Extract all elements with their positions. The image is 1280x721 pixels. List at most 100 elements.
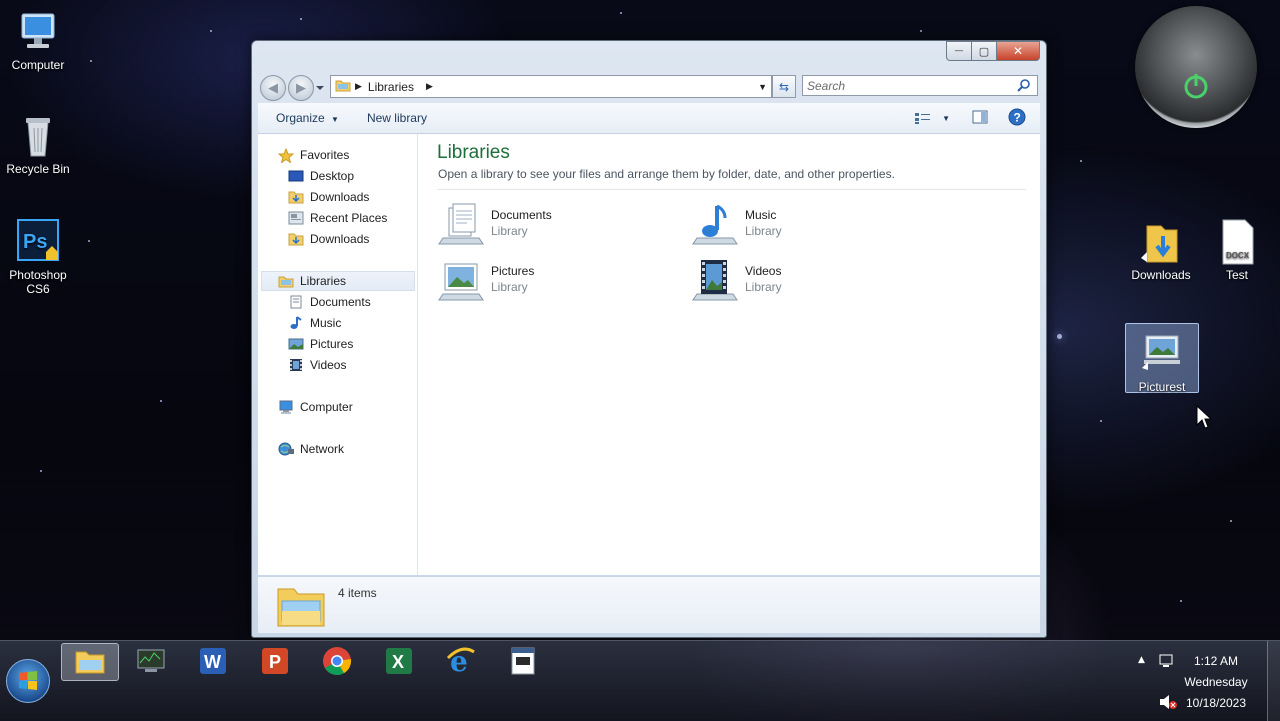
explorer-window[interactable]: — ▢ ✕ ◀ ▶ ▶ Libraries ▶ ▼ ⇆ Search Organ…	[251, 40, 1047, 638]
library-type: Library	[745, 224, 782, 238]
videos-library-icon	[691, 258, 739, 304]
nav-network-label: Network	[300, 442, 345, 456]
maximize-button[interactable]: ▢	[972, 41, 997, 61]
music-library-icon	[691, 202, 739, 248]
nav-favorites-label: Favorites	[300, 148, 350, 162]
close-icon: ✕	[1012, 44, 1024, 58]
search-icon	[1017, 78, 1031, 95]
nav-favorites[interactable]: Favorites	[277, 145, 350, 165]
power-icon[interactable]	[1176, 66, 1216, 106]
nav-item-music[interactable]: Music	[288, 313, 341, 333]
excel-icon: X	[386, 648, 412, 674]
recycle-bin-icon	[14, 112, 62, 160]
network-icon	[278, 442, 294, 456]
refresh-button[interactable]: ⇆	[772, 75, 796, 98]
chrome-icon	[323, 647, 352, 675]
docx-file-icon: DOCX	[1213, 218, 1261, 266]
volume-muted-icon[interactable]	[1159, 694, 1177, 713]
nav-item-label: Downloads	[310, 232, 370, 246]
desktop-icon-test-docx[interactable]: DOCX Test	[1199, 218, 1275, 282]
search-placeholder: Search	[807, 78, 846, 93]
organize-button[interactable]: Organize ▼	[258, 111, 353, 125]
pictures-shortcut-icon	[1138, 330, 1186, 378]
address-dropdown-icon[interactable]: ▼	[758, 82, 767, 92]
nav-item-label: Music	[310, 316, 342, 330]
explorer-folder-icon	[75, 651, 105, 674]
nav-item-label: Pictures	[310, 337, 354, 351]
nav-item-downloads[interactable]: Downloads	[288, 187, 369, 207]
taskbar-excel[interactable]: X	[371, 643, 427, 679]
start-button[interactable]	[6, 659, 50, 703]
breadcrumb-libraries[interactable]: Libraries	[368, 80, 414, 94]
show-desktop-button[interactable]	[1267, 641, 1280, 721]
desktop-icon-picturest[interactable]: Picturest	[1125, 323, 1199, 394]
taskbar: W P X e ▲ 1:12 AM Wednesday 10/18/2023	[0, 640, 1280, 721]
internet-explorer-icon: e	[446, 646, 475, 676]
recent-places-icon	[288, 211, 304, 225]
nav-libraries[interactable]: Libraries	[261, 271, 415, 291]
search-input[interactable]: Search	[802, 75, 1038, 96]
taskbar-powerpoint[interactable]: P	[247, 643, 303, 679]
close-button[interactable]: ✕	[997, 41, 1040, 61]
mouse-cursor-icon	[1196, 404, 1213, 434]
nav-item-recent-places[interactable]: Recent Places	[288, 208, 387, 228]
clock-day: Wednesday	[1184, 675, 1248, 689]
library-music[interactable]: Music Library	[691, 202, 921, 250]
nav-computer[interactable]: Computer	[278, 397, 353, 417]
desktop-icon	[288, 169, 304, 183]
nav-item-downloads-2[interactable]: Downloads	[288, 229, 369, 249]
library-videos[interactable]: Videos Library	[691, 258, 921, 306]
back-arrow-icon: ◀	[268, 80, 278, 96]
change-view-button[interactable]: ▼	[914, 111, 950, 125]
system-clock[interactable]: 1:12 AM Wednesday 10/18/2023	[1176, 651, 1256, 714]
new-library-button[interactable]: New library	[353, 111, 441, 125]
videos-icon	[288, 358, 304, 372]
taskbar-internet-explorer[interactable]: e	[433, 643, 489, 679]
nav-item-pictures[interactable]: Pictures	[288, 334, 353, 354]
desktop-icon-computer[interactable]: Computer	[0, 8, 76, 72]
chevron-down-icon	[316, 86, 324, 90]
breadcrumb-separator-icon[interactable]: ▶	[426, 81, 433, 92]
page-subtitle: Open a library to see your files and arr…	[438, 167, 895, 181]
music-note-icon	[288, 316, 304, 330]
taskbar-notepad-app[interactable]	[495, 643, 551, 679]
navigation-bar: ◀ ▶ ▶ Libraries ▶ ▼ ⇆ Search	[260, 73, 1040, 101]
back-button[interactable]: ◀	[260, 75, 286, 101]
libraries-main-pane: Libraries Open a library to see your fil…	[418, 134, 1040, 575]
library-name: Music	[745, 208, 777, 222]
library-documents[interactable]: Documents Library	[437, 202, 667, 250]
minimize-button[interactable]: —	[946, 41, 972, 61]
taskbar-task-manager[interactable]	[123, 643, 179, 679]
nav-network[interactable]: Network	[278, 439, 344, 459]
library-type: Library	[491, 280, 528, 294]
desktop-icon-photoshop[interactable]: Ps Photoshop CS6	[0, 218, 76, 296]
desktop-icon-recycle-bin[interactable]: Recycle Bin	[0, 112, 76, 176]
nav-item-videos[interactable]: Videos	[288, 355, 346, 375]
nav-item-desktop[interactable]: Desktop	[288, 166, 354, 186]
preview-pane-icon	[972, 110, 988, 123]
documents-library-icon	[437, 202, 485, 248]
power-gadget[interactable]	[1135, 6, 1257, 128]
windows-logo-icon	[19, 671, 37, 690]
recent-pages-dropdown[interactable]	[316, 81, 324, 91]
nav-item-label: Videos	[310, 358, 347, 372]
address-bar[interactable]: ▶ Libraries ▶ ▼	[330, 75, 772, 98]
network-tray-icon[interactable]	[1159, 653, 1175, 672]
library-pictures[interactable]: Pictures Library	[437, 258, 667, 306]
help-button[interactable]: ?	[1008, 108, 1026, 129]
svg-text:W: W	[204, 652, 221, 672]
nav-item-documents[interactable]: Documents	[288, 292, 371, 312]
view-options-icon	[915, 113, 931, 124]
desktop-icon-downloads[interactable]: Downloads	[1123, 218, 1199, 282]
preview-pane-button[interactable]	[972, 110, 988, 127]
forward-button[interactable]: ▶	[288, 75, 314, 101]
application-window-icon	[511, 647, 535, 675]
taskbar-chrome[interactable]	[309, 643, 365, 679]
taskbar-word[interactable]: W	[185, 643, 241, 679]
forward-arrow-icon: ▶	[296, 80, 306, 96]
help-icon: ?	[1008, 108, 1026, 125]
show-hidden-icons-button[interactable]: ▲	[1138, 655, 1145, 665]
nav-libraries-label: Libraries	[300, 274, 347, 288]
breadcrumb-separator-icon[interactable]: ▶	[355, 81, 362, 92]
taskbar-explorer[interactable]	[61, 643, 119, 681]
